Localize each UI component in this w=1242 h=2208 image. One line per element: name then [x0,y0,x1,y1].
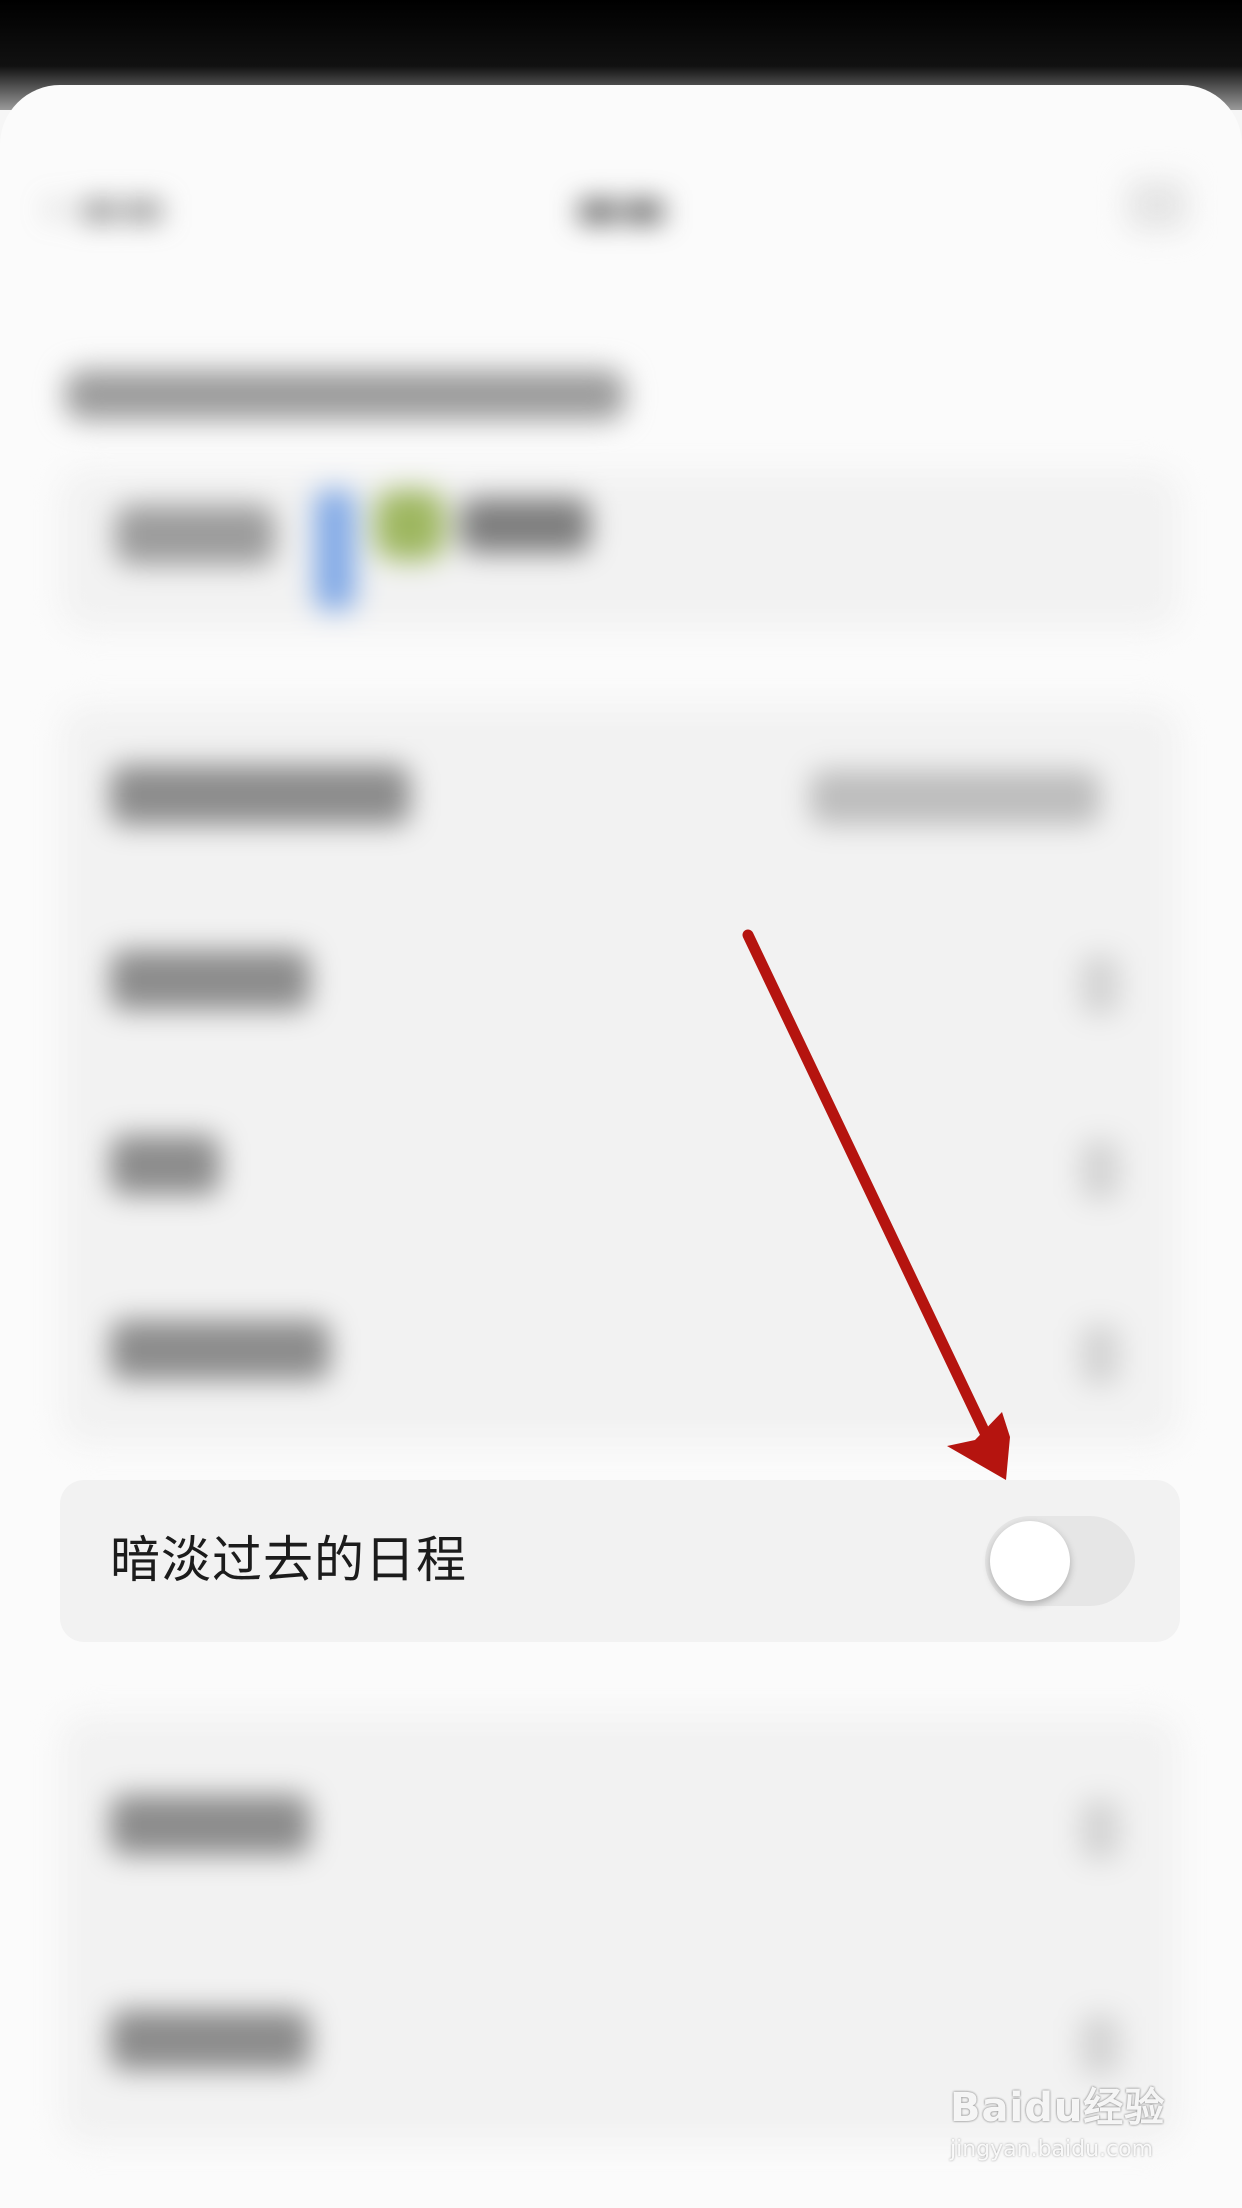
chevron-right-icon [1080,955,1120,1015]
row-label [110,1795,310,1855]
calendar-label [115,505,275,565]
navigation-bar: ‹ ▬▬ ▬▬ [0,85,1242,245]
calendar-name [460,498,590,553]
row-label [110,765,410,825]
row-label [110,1135,220,1195]
section-header [65,370,625,420]
nav-action-button[interactable] [1127,180,1187,230]
settings-row[interactable] [60,890,1180,1080]
default-calendar-card[interactable] [60,470,1180,630]
settings-group [60,705,1180,1445]
baidu-watermark: Baidu经验 jingyan.baidu.com [950,2075,1190,2185]
chevron-right-icon [1080,2015,1120,2075]
row-label [110,950,310,1010]
row-label [110,2010,310,2070]
toggle-knob [990,1521,1070,1601]
chevron-right-icon [1080,1325,1120,1385]
settings-row[interactable] [60,1075,1180,1265]
chevron-right-icon [1080,1140,1120,1200]
row-label [110,1320,330,1380]
dim-past-events-label: 暗淡过去的日程 [110,1531,467,1589]
chevron-right-icon [1080,1800,1120,1860]
dim-past-events-row: 暗淡过去的日程 [60,1480,1180,1642]
watermark-url: jingyan.baidu.com [950,2137,1154,2162]
watermark-logo: Baidu经验 [950,2085,1166,2131]
settings-row[interactable] [60,1260,1180,1450]
settings-row[interactable] [60,1735,1180,1925]
row-value [810,770,1100,825]
calendar-color-chip [315,490,355,610]
calendar-icon [375,490,445,560]
page-title: ▬▬ [575,180,667,236]
settings-row[interactable] [60,705,1180,895]
dim-past-events-toggle[interactable] [985,1516,1135,1606]
